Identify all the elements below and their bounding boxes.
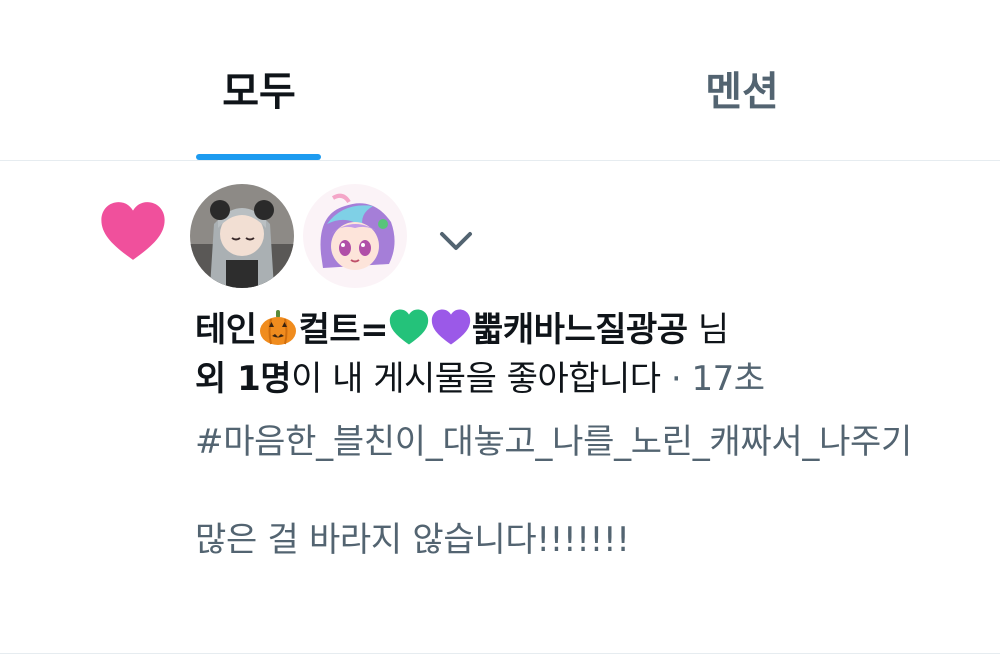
pumpkin-emoji	[259, 310, 296, 345]
timestamp: 17초	[691, 359, 766, 399]
green-heart-emoji	[389, 309, 429, 345]
notification-tabs: 모두 멘션	[0, 0, 1000, 161]
avatar[interactable]	[303, 184, 407, 288]
tweet-preview-text[interactable]: #마음한_블친이_대놓고_나를_노린_캐짜서_나주기 많은 걸 바라지 않습니다…	[195, 418, 955, 565]
doll-avatar-image	[190, 184, 294, 288]
active-tab-indicator	[196, 154, 321, 160]
tab-mentions[interactable]: 멘션	[690, 62, 794, 122]
divider	[0, 653, 1000, 654]
tab-all[interactable]: 모두	[198, 62, 320, 122]
purple-heart-emoji	[431, 309, 471, 345]
actor-name[interactable]: 테인 컬트= 뿗캐바느질광공	[195, 309, 688, 350]
honorific: 님	[687, 310, 729, 350]
action-text: 이 내 게시물을 좋아합니다	[291, 359, 661, 399]
character-avatar-image	[303, 184, 407, 288]
notification-text: 테인 컬트= 뿗캐바느질광공 님외 1명이 내 게시물을 좋아합니다 · 17초	[195, 306, 985, 404]
avatar[interactable]	[190, 184, 294, 288]
chevron-down-icon[interactable]	[436, 220, 476, 260]
others-count: 외 1명	[195, 359, 292, 399]
heart-icon	[101, 202, 165, 260]
separator: ·	[660, 359, 692, 399]
